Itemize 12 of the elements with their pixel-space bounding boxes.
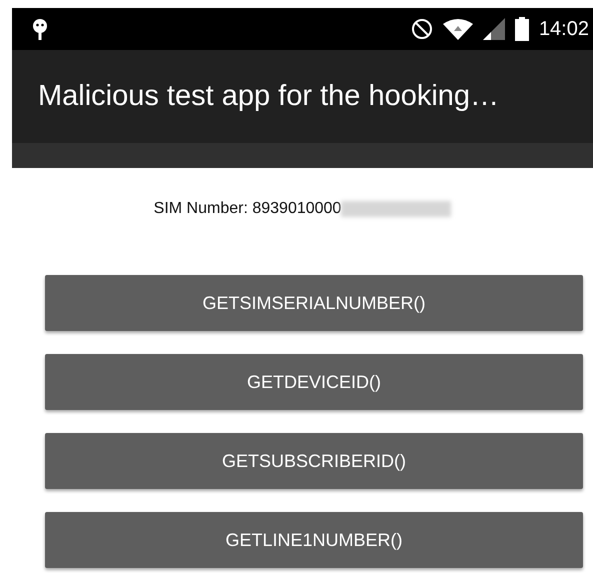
- app-title: Malicious test app for the hooking…: [38, 80, 500, 113]
- signal-icon: [482, 18, 505, 40]
- wifi-icon: [442, 18, 473, 40]
- android-icon: [32, 17, 48, 41]
- clock: 14:02: [538, 18, 590, 40]
- action-button[interactable]: GETSIMSERIALNUMBER(): [45, 275, 583, 331]
- battery-icon: [514, 17, 529, 41]
- action-button[interactable]: GETLINE1NUMBER(): [45, 512, 583, 568]
- action-button[interactable]: GETSUBSCRIBERID(): [45, 433, 583, 489]
- sim-number-label: SIM Number: 8939010000: [154, 200, 342, 218]
- do-not-disturb-icon: [410, 18, 433, 40]
- action-button[interactable]: GETDEVICEID(): [45, 354, 583, 410]
